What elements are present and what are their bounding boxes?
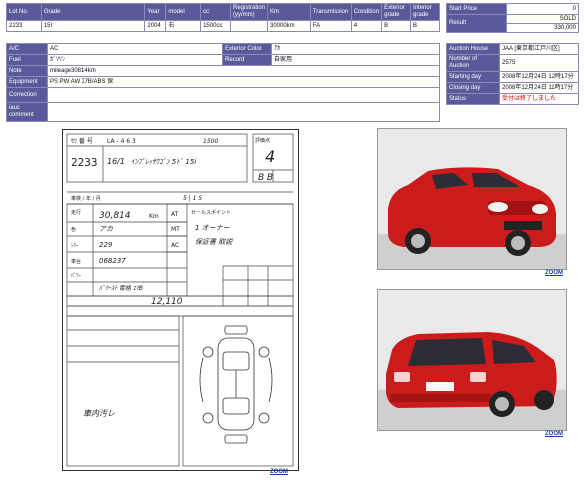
col-interior-grade: Interior grade bbox=[410, 3, 440, 21]
correction-label: Correction bbox=[6, 87, 48, 103]
equipment-value: PS PW AW ｴｱB/ABS 保 bbox=[47, 76, 440, 88]
sheet-trans2: MT bbox=[171, 226, 180, 233]
svg-text:ﾊﾟﾜｰ: ﾊﾟﾜｰ bbox=[71, 272, 82, 279]
sheet-color: アカ bbox=[99, 225, 113, 233]
exterior-grade-value: B bbox=[381, 20, 412, 32]
car-front-photo[interactable] bbox=[377, 128, 567, 270]
col-condition: Condition bbox=[350, 3, 383, 21]
svg-text:ｾﾘ 番 号: ｾﾘ 番 号 bbox=[71, 138, 93, 145]
auction-house-label: Auction House bbox=[446, 43, 500, 55]
interior-grade-value: B bbox=[410, 20, 440, 32]
ac-value: AC bbox=[47, 43, 223, 55]
car-rear-image bbox=[378, 290, 566, 430]
iauc-comment-label: iauc comment bbox=[6, 102, 48, 122]
sheet-zoom-link[interactable]: ZOOM bbox=[270, 469, 288, 475]
registration-value bbox=[229, 20, 269, 32]
sheet-handwritten-note: 車内汚レ bbox=[83, 409, 115, 418]
status-value: 受付は終了しました bbox=[499, 93, 579, 105]
svg-text:色: 色 bbox=[71, 226, 76, 233]
svg-text:評価点: 評価点 bbox=[255, 137, 270, 144]
start-price-value: 0 bbox=[506, 3, 579, 15]
car-rear-photo[interactable] bbox=[377, 289, 567, 431]
sheet-features: ﾊﾟﾜｰｽﾃ 電格 ｴｱB bbox=[99, 284, 143, 292]
closing-day-label: Closing day bbox=[446, 82, 500, 94]
starting-day-label: Starting day bbox=[446, 71, 500, 83]
svg-text:車検 / 年 / 月: 車検 / 年 / 月 bbox=[71, 195, 101, 202]
col-cc: cc bbox=[200, 3, 231, 21]
front-photo-zoom-link[interactable]: ZOOM bbox=[545, 270, 563, 276]
col-registration: Registration (yy/mm) bbox=[229, 3, 269, 21]
svg-text:5 | 1 5: 5 | 1 5 bbox=[183, 195, 202, 202]
note-label: Note bbox=[6, 65, 48, 77]
sheet-lot-number: 2233 bbox=[71, 156, 98, 169]
sheet-price-note: 12,110 bbox=[151, 297, 183, 307]
model-value: 右 bbox=[165, 20, 202, 32]
price-table: Start Price 0 Result SOLD 330,000 bbox=[446, 3, 579, 33]
auction-table: Auction House JAA [東京都江戸川区] Number of Au… bbox=[446, 43, 579, 105]
result-value: 330,000 bbox=[506, 23, 579, 33]
details-table: A/C AC Exterior Color ｱｶ Fuel ｶﾞｿﾘﾝ Reco… bbox=[6, 43, 440, 122]
rear-photo-zoom-link[interactable]: ZOOM bbox=[545, 431, 563, 437]
sheet-int-ext: B B bbox=[258, 173, 273, 183]
note-value: mileage30814km bbox=[47, 65, 440, 77]
condition-value: 4 bbox=[350, 20, 383, 32]
record-value: 自家用 bbox=[271, 54, 440, 66]
auction-sheet-form: ｾﾘ 番 号 LA - 4 6 3 評価点 2233 16/1 ｲﾝﾌﾟﾚｯｻﾜ… bbox=[66, 133, 294, 467]
start-price-label: Start Price bbox=[446, 3, 507, 15]
sheet-selling-points-title: セールスポイント bbox=[191, 209, 231, 216]
sheet-year: 16/1 bbox=[107, 157, 125, 166]
sheet-model: ｲﾝﾌﾟﾚｯｻﾜｺﾞﾝ 5ﾄﾞ 15i bbox=[131, 158, 196, 166]
result-status: SOLD bbox=[506, 14, 579, 24]
col-lot-no: Lot No. bbox=[6, 3, 42, 21]
km-value: 30000km bbox=[267, 20, 311, 32]
cc-value: 1500cc bbox=[200, 20, 231, 32]
sheet-sp-line2: 保証書 取説 bbox=[195, 238, 233, 246]
fuel-label: Fuel bbox=[6, 54, 48, 66]
sheet-serial: 068237 bbox=[99, 257, 126, 265]
svg-text:走行: 走行 bbox=[71, 209, 81, 216]
col-year: Year bbox=[144, 3, 167, 21]
closing-day-value: 2008年12月24日 11時17分 bbox=[499, 82, 579, 94]
sheet-trans: AT bbox=[171, 211, 179, 218]
transmission-value: FA bbox=[309, 20, 352, 32]
ext-color-label: Exterior Color bbox=[222, 43, 272, 55]
col-grade: Grade bbox=[40, 3, 146, 21]
col-transmission: Transmission bbox=[309, 3, 352, 21]
result-label: Result bbox=[446, 14, 507, 33]
fuel-value: ｶﾞｿﾘﾝ bbox=[47, 54, 223, 66]
grade-value: 15I bbox=[40, 20, 146, 32]
svg-text:ｼﾘｰ: ｼﾘｰ bbox=[71, 243, 79, 249]
equipment-label: Equipment bbox=[6, 76, 48, 88]
status-label: Status bbox=[446, 93, 500, 105]
auction-house-value: JAA [東京都江戸川区] bbox=[499, 43, 579, 55]
sheet-mileage: 30,814 bbox=[99, 211, 131, 221]
record-label: Record bbox=[222, 54, 272, 66]
car-diagram bbox=[199, 325, 273, 444]
sheet-cc: 1500 bbox=[203, 138, 218, 145]
svg-text:LA - 4 6 3: LA - 4 6 3 bbox=[107, 138, 136, 145]
col-exterior-grade: Exterior grade bbox=[381, 3, 412, 21]
sheet-mileage-unit: Km bbox=[149, 213, 159, 220]
sheet-chassis-no: 229 bbox=[99, 241, 113, 249]
car-front-image bbox=[378, 129, 566, 269]
year-value: 2004 bbox=[144, 20, 167, 32]
col-km: Km bbox=[267, 3, 311, 21]
number-of-auction-value: 2575 bbox=[499, 54, 579, 72]
number-of-auction-label: Number of Auction bbox=[446, 54, 500, 72]
auction-sheet-image[interactable]: ｾﾘ 番 号 LA - 4 6 3 評価点 2233 16/1 ｲﾝﾌﾟﾚｯｻﾜ… bbox=[62, 129, 299, 471]
lot-info-table: Lot No. Grade Year model cc Registration… bbox=[6, 3, 440, 32]
lot-no-value: 2233 bbox=[6, 20, 42, 32]
sheet-grade-score: 4 bbox=[265, 147, 275, 166]
sheet-ac: AC bbox=[171, 242, 179, 249]
sheet-sp-line1: 1 オーナー bbox=[195, 224, 231, 232]
starting-day-value: 2008年12月24日 12時17分 bbox=[499, 71, 579, 83]
ac-label: A/C bbox=[6, 43, 48, 55]
ext-color-value: ｱｶ bbox=[271, 43, 440, 55]
correction-value bbox=[47, 87, 440, 103]
svg-text:車台: 車台 bbox=[71, 258, 81, 265]
iauc-comment-value bbox=[47, 102, 440, 122]
col-model: model bbox=[165, 3, 202, 21]
